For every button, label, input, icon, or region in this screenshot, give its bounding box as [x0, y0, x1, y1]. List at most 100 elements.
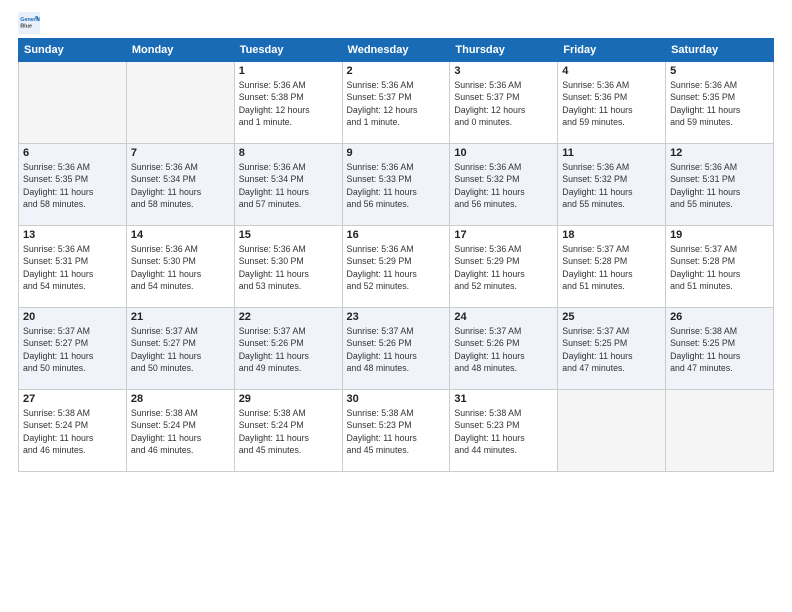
calendar-cell: 6 Sunrise: 5:36 AM Sunset: 5:35 PM Daylig…: [19, 144, 127, 226]
day-number: 28: [131, 393, 230, 405]
day-info: Sunrise: 5:36 AM Sunset: 5:35 PM Dayligh…: [670, 79, 769, 128]
calendar-cell: 31 Sunrise: 5:38 AM Sunset: 5:23 PM Dayli…: [450, 390, 558, 472]
calendar-cell: 24 Sunrise: 5:37 AM Sunset: 5:26 PM Dayli…: [450, 308, 558, 390]
day-number: 10: [454, 147, 553, 159]
day-number: 11: [562, 147, 661, 159]
calendar-cell: 5 Sunrise: 5:36 AM Sunset: 5:35 PM Daylig…: [666, 62, 774, 144]
calendar-cell: 10 Sunrise: 5:36 AM Sunset: 5:32 PM Dayli…: [450, 144, 558, 226]
logo-icon: General Blue: [18, 12, 40, 34]
day-info: Sunrise: 5:38 AM Sunset: 5:24 PM Dayligh…: [23, 407, 122, 456]
calendar-cell: [666, 390, 774, 472]
day-number: 15: [239, 229, 338, 241]
day-number: 20: [23, 311, 122, 323]
day-number: 24: [454, 311, 553, 323]
day-info: Sunrise: 5:36 AM Sunset: 5:34 PM Dayligh…: [131, 161, 230, 210]
calendar-cell: 3Sunrise: 5:36 AM Sunset: 5:37 PM Daylig…: [450, 62, 558, 144]
weekday-header-tuesday: Tuesday: [234, 39, 342, 62]
day-number: 31: [454, 393, 553, 405]
calendar-cell: 16Sunrise: 5:36 AM Sunset: 5:29 PM Dayli…: [342, 226, 450, 308]
day-number: 1: [239, 65, 338, 77]
day-info: Sunrise: 5:38 AM Sunset: 5:23 PM Dayligh…: [347, 407, 446, 456]
calendar-cell: 14 Sunrise: 5:36 AM Sunset: 5:30 PM Dayli…: [126, 226, 234, 308]
weekday-header-saturday: Saturday: [666, 39, 774, 62]
calendar-cell: 27 Sunrise: 5:38 AM Sunset: 5:24 PM Dayli…: [19, 390, 127, 472]
day-number: 21: [131, 311, 230, 323]
day-info: Sunrise: 5:36 AM Sunset: 5:30 PM Dayligh…: [239, 243, 338, 292]
day-number: 14: [131, 229, 230, 241]
calendar-cell: 9Sunrise: 5:36 AM Sunset: 5:33 PM Daylig…: [342, 144, 450, 226]
day-number: 30: [347, 393, 446, 405]
day-info: Sunrise: 5:36 AM Sunset: 5:35 PM Dayligh…: [23, 161, 122, 210]
calendar-cell: 18 Sunrise: 5:37 AM Sunset: 5:28 PM Dayli…: [558, 226, 666, 308]
day-number: 2: [347, 65, 446, 77]
calendar-cell: 17 Sunrise: 5:36 AM Sunset: 5:29 PM Dayli…: [450, 226, 558, 308]
day-info: Sunrise: 5:36 AM Sunset: 5:29 PM Dayligh…: [454, 243, 553, 292]
day-info: Sunrise: 5:37 AM Sunset: 5:26 PM Dayligh…: [347, 325, 446, 374]
day-number: 12: [670, 147, 769, 159]
day-number: 27: [23, 393, 122, 405]
page: General Blue SundayMondayTuesdayWednesda…: [0, 0, 792, 482]
calendar-week-1: 1 Sunrise: 5:36 AM Sunset: 5:38 PM Daylig…: [19, 62, 774, 144]
day-info: Sunrise: 5:36 AM Sunset: 5:30 PM Dayligh…: [131, 243, 230, 292]
weekday-header-monday: Monday: [126, 39, 234, 62]
calendar-cell: 15 Sunrise: 5:36 AM Sunset: 5:30 PM Dayli…: [234, 226, 342, 308]
calendar-cell: 19Sunrise: 5:37 AM Sunset: 5:28 PM Dayli…: [666, 226, 774, 308]
calendar-cell: 2 Sunrise: 5:36 AM Sunset: 5:37 PM Daylig…: [342, 62, 450, 144]
day-info: Sunrise: 5:37 AM Sunset: 5:28 PM Dayligh…: [670, 243, 769, 292]
calendar-cell: 26 Sunrise: 5:38 AM Sunset: 5:25 PM Dayli…: [666, 308, 774, 390]
day-info: Sunrise: 5:36 AM Sunset: 5:31 PM Dayligh…: [23, 243, 122, 292]
day-info: Sunrise: 5:36 AM Sunset: 5:33 PM Dayligh…: [347, 161, 446, 210]
calendar-cell: [19, 62, 127, 144]
day-info: Sunrise: 5:36 AM Sunset: 5:38 PM Dayligh…: [239, 79, 338, 128]
weekday-header-wednesday: Wednesday: [342, 39, 450, 62]
calendar-cell: 7Sunrise: 5:36 AM Sunset: 5:34 PM Daylig…: [126, 144, 234, 226]
day-number: 26: [670, 311, 769, 323]
calendar-cell: 28 Sunrise: 5:38 AM Sunset: 5:24 PM Dayli…: [126, 390, 234, 472]
calendar-cell: 1 Sunrise: 5:36 AM Sunset: 5:38 PM Daylig…: [234, 62, 342, 144]
calendar-cell: 22Sunrise: 5:37 AM Sunset: 5:26 PM Dayli…: [234, 308, 342, 390]
day-info: Sunrise: 5:36 AM Sunset: 5:37 PM Dayligh…: [347, 79, 446, 128]
day-info: Sunrise: 5:37 AM Sunset: 5:25 PM Dayligh…: [562, 325, 661, 374]
day-info: Sunrise: 5:36 AM Sunset: 5:34 PM Dayligh…: [239, 161, 338, 210]
calendar-cell: [126, 62, 234, 144]
calendar-cell: 21 Sunrise: 5:37 AM Sunset: 5:27 PM Dayli…: [126, 308, 234, 390]
weekday-header-friday: Friday: [558, 39, 666, 62]
day-info: Sunrise: 5:36 AM Sunset: 5:36 PM Dayligh…: [562, 79, 661, 128]
calendar-cell: 13 Sunrise: 5:36 AM Sunset: 5:31 PM Dayli…: [19, 226, 127, 308]
day-info: Sunrise: 5:37 AM Sunset: 5:26 PM Dayligh…: [454, 325, 553, 374]
day-number: 4: [562, 65, 661, 77]
calendar-cell: 25 Sunrise: 5:37 AM Sunset: 5:25 PM Dayli…: [558, 308, 666, 390]
day-info: Sunrise: 5:37 AM Sunset: 5:27 PM Dayligh…: [23, 325, 122, 374]
calendar-cell: 12 Sunrise: 5:36 AM Sunset: 5:31 PM Dayli…: [666, 144, 774, 226]
calendar-table: SundayMondayTuesdayWednesdayThursdayFrid…: [18, 38, 774, 472]
calendar-cell: 23 Sunrise: 5:37 AM Sunset: 5:26 PM Dayli…: [342, 308, 450, 390]
calendar-week-3: 13 Sunrise: 5:36 AM Sunset: 5:31 PM Dayli…: [19, 226, 774, 308]
day-info: Sunrise: 5:36 AM Sunset: 5:32 PM Dayligh…: [454, 161, 553, 210]
day-number: 8: [239, 147, 338, 159]
calendar-cell: 11Sunrise: 5:36 AM Sunset: 5:32 PM Dayli…: [558, 144, 666, 226]
calendar-week-5: 27 Sunrise: 5:38 AM Sunset: 5:24 PM Dayli…: [19, 390, 774, 472]
day-info: Sunrise: 5:37 AM Sunset: 5:27 PM Dayligh…: [131, 325, 230, 374]
calendar-cell: 29Sunrise: 5:38 AM Sunset: 5:24 PM Dayli…: [234, 390, 342, 472]
day-info: Sunrise: 5:38 AM Sunset: 5:25 PM Dayligh…: [670, 325, 769, 374]
calendar-week-4: 20 Sunrise: 5:37 AM Sunset: 5:27 PM Dayli…: [19, 308, 774, 390]
day-info: Sunrise: 5:37 AM Sunset: 5:28 PM Dayligh…: [562, 243, 661, 292]
day-number: 17: [454, 229, 553, 241]
calendar-cell: 4 Sunrise: 5:36 AM Sunset: 5:36 PM Daylig…: [558, 62, 666, 144]
day-number: 3: [454, 65, 553, 77]
day-info: Sunrise: 5:38 AM Sunset: 5:23 PM Dayligh…: [454, 407, 553, 456]
day-number: 23: [347, 311, 446, 323]
calendar-cell: 30 Sunrise: 5:38 AM Sunset: 5:23 PM Dayli…: [342, 390, 450, 472]
day-number: 18: [562, 229, 661, 241]
day-number: 22: [239, 311, 338, 323]
day-number: 5: [670, 65, 769, 77]
weekday-header-thursday: Thursday: [450, 39, 558, 62]
day-number: 6: [23, 147, 122, 159]
calendar-cell: 20 Sunrise: 5:37 AM Sunset: 5:27 PM Dayli…: [19, 308, 127, 390]
calendar-cell: [558, 390, 666, 472]
day-info: Sunrise: 5:36 AM Sunset: 5:31 PM Dayligh…: [670, 161, 769, 210]
day-info: Sunrise: 5:38 AM Sunset: 5:24 PM Dayligh…: [131, 407, 230, 456]
logo: General Blue: [18, 12, 44, 34]
day-number: 25: [562, 311, 661, 323]
day-number: 13: [23, 229, 122, 241]
